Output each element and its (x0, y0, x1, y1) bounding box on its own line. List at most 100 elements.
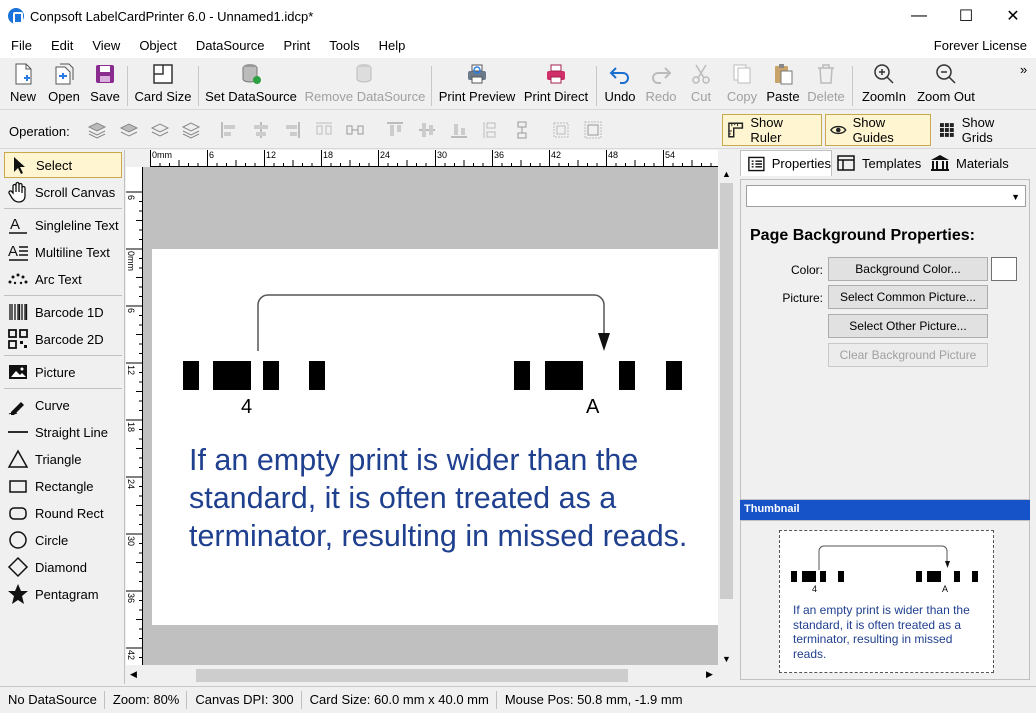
bring-to-front-icon[interactable] (87, 120, 107, 140)
close-button[interactable]: ✕ (990, 0, 1036, 32)
space-vertical-icon[interactable] (512, 120, 532, 140)
design-canvas[interactable]: 4 A If an empty print is wider than the … (143, 167, 718, 665)
menu-file[interactable]: File (0, 38, 40, 53)
send-to-back-icon[interactable] (181, 120, 201, 140)
save-button[interactable]: Save (88, 62, 122, 108)
diamond-icon (7, 556, 29, 578)
vertical-scrollbar[interactable]: ▲ ▼ (718, 167, 735, 667)
copy-button[interactable]: Copy (724, 62, 760, 108)
align-right-icon[interactable] (282, 120, 302, 140)
bring-forward-icon[interactable] (119, 120, 139, 140)
menu-print[interactable]: Print (273, 38, 319, 53)
distribute-horizontal-icon[interactable] (314, 120, 334, 140)
menu-object[interactable]: Object (128, 38, 185, 53)
status-mouse-pos: Mouse Pos: 50.8 mm, -1.9 mm (504, 692, 683, 707)
tool-arc-text[interactable]: Arc Text (4, 266, 122, 292)
minimize-button[interactable]: — (896, 0, 942, 32)
scroll-down-icon[interactable]: ▼ (722, 654, 731, 664)
align-middle-icon[interactable] (417, 120, 437, 140)
zoom-in-button[interactable]: ZoomIn (858, 62, 910, 108)
tool-scroll-canvas[interactable]: Scroll Canvas (4, 179, 122, 205)
tool-barcode-1d[interactable]: Barcode 1D (4, 299, 122, 325)
horizontal-scroll-thumb[interactable] (196, 669, 628, 682)
menu-edit[interactable]: Edit (40, 38, 81, 53)
tool-circle[interactable]: Circle (4, 527, 122, 553)
h-ruler-label: 48 (608, 150, 619, 160)
align-left-icon[interactable] (219, 120, 239, 140)
show-ruler-toggle[interactable]: Show Ruler (722, 114, 822, 146)
tool-curve[interactable]: Curve (4, 392, 122, 418)
v-ruler-label: 30 (126, 536, 136, 547)
maximize-button[interactable]: ☐ (943, 0, 989, 32)
scroll-left-icon[interactable]: ◀ (130, 669, 137, 680)
align-bottom-icon[interactable] (449, 120, 469, 140)
same-size-icon[interactable] (583, 120, 603, 140)
send-backward-icon[interactable] (150, 120, 170, 140)
color-swatch[interactable] (991, 257, 1017, 281)
cut-button[interactable]: Cut (685, 62, 717, 108)
card-body-text[interactable]: If an empty print is wider than the stan… (189, 441, 709, 555)
clear-background-picture-button[interactable]: Clear Background Picture (828, 343, 988, 367)
menu-datasource[interactable]: DataSource (185, 38, 273, 53)
v-ruler-label: 12 (126, 365, 136, 376)
object-selector-dropdown[interactable]: ▼ (746, 185, 1026, 207)
undo-button[interactable]: Undo (602, 62, 638, 108)
show-guides-toggle[interactable]: Show Guides (825, 114, 931, 146)
tab-properties[interactable]: Properties (740, 150, 832, 176)
select-other-picture-button[interactable]: Select Other Picture... (828, 314, 988, 338)
tool-diamond[interactable]: Diamond (4, 554, 122, 580)
menu-help[interactable]: Help (368, 38, 414, 53)
redo-button[interactable]: Redo (644, 62, 678, 108)
properties-list-icon (748, 156, 765, 171)
vertical-scroll-thumb[interactable] (720, 183, 733, 599)
label-card[interactable]: 4 A If an empty print is wider than the … (152, 249, 718, 625)
print-preview-button[interactable]: Print Preview (438, 62, 516, 108)
show-grids-toggle[interactable]: Show Grids (934, 114, 1034, 146)
tool-multiline-text[interactable]: A Multiline Text (4, 239, 122, 265)
status-dpi: Canvas DPI: 300 (187, 691, 302, 709)
tool-pentagram[interactable]: Pentagram (4, 581, 122, 607)
menu-view[interactable]: View (81, 38, 128, 53)
tab-templates[interactable]: Templates (834, 150, 926, 176)
h-ruler-label: 36 (494, 150, 505, 160)
tool-round-rect[interactable]: Round Rect (4, 500, 122, 526)
h-ruler-label: 18 (323, 150, 334, 160)
scroll-up-icon[interactable]: ▲ (722, 169, 731, 179)
tool-picture[interactable]: Picture (4, 359, 122, 385)
align-top-icon[interactable] (385, 120, 405, 140)
remove-datasource-button[interactable]: Remove DataSource (305, 62, 425, 108)
paste-button[interactable]: Paste (764, 62, 802, 108)
new-button[interactable]: New (6, 62, 40, 108)
horizontal-scrollbar[interactable]: ◀ ▶ (126, 667, 735, 684)
background-color-button[interactable]: Background Color... (828, 257, 988, 281)
eye-icon (830, 125, 847, 135)
set-datasource-button[interactable]: Set DataSource (205, 62, 297, 108)
zoom-out-button[interactable]: Zoom Out (914, 62, 978, 108)
toolbar-overflow-button[interactable]: » (1020, 62, 1027, 77)
open-button[interactable]: Open (46, 62, 82, 108)
menu-tools[interactable]: Tools (318, 38, 367, 53)
select-common-picture-button[interactable]: Select Common Picture... (828, 285, 988, 309)
scroll-right-icon[interactable]: ▶ (706, 669, 713, 680)
card-size-button[interactable]: Card Size (134, 62, 192, 108)
horizontal-ruler-ticks (150, 150, 712, 166)
delete-button[interactable]: Delete (806, 62, 846, 108)
v-ruler-label: 0mm (126, 251, 136, 271)
space-horizontal-icon[interactable] (345, 120, 365, 140)
same-width-icon[interactable] (551, 120, 571, 140)
copy-icon (733, 64, 751, 84)
tool-rectangle[interactable]: Rectangle (4, 473, 122, 499)
thumbnail-card[interactable]: 4 A If an empty print is wider than the … (779, 530, 994, 673)
print-direct-button[interactable]: Print Direct (522, 62, 590, 108)
tool-select[interactable]: Select (4, 152, 122, 178)
thumbnail-panel: 4 A If an empty print is wider than the … (740, 520, 1030, 680)
rectangle-icon (9, 480, 27, 493)
align-center-icon[interactable] (251, 120, 271, 140)
hand-icon (8, 181, 26, 203)
tool-barcode-2d[interactable]: Barcode 2D (4, 326, 122, 352)
tab-materials[interactable]: Materials (928, 150, 1014, 176)
tool-straight-line[interactable]: Straight Line (4, 419, 122, 445)
tool-triangle[interactable]: Triangle (4, 446, 122, 472)
distribute-vertical-icon[interactable] (481, 120, 501, 140)
tool-singleline-text[interactable]: A Singleline Text (4, 212, 122, 238)
